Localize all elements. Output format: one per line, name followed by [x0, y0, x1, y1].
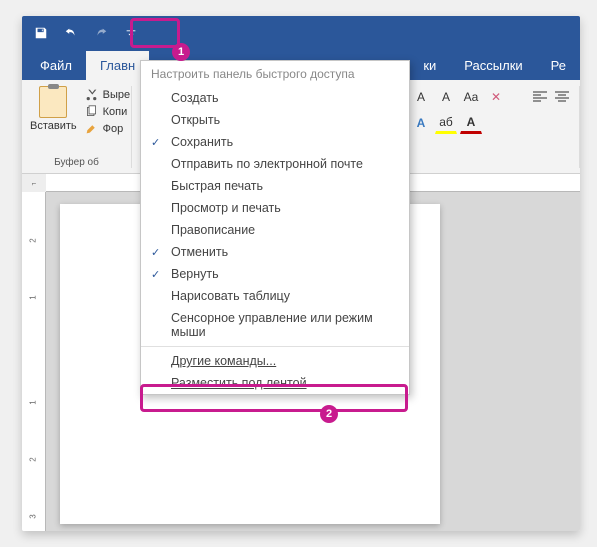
- text-effects-button[interactable]: A: [410, 112, 432, 134]
- ruler-corner: ⌐: [22, 174, 46, 192]
- redo-icon[interactable]: [92, 24, 110, 42]
- customize-qat-button[interactable]: [122, 24, 140, 42]
- customize-qat-menu: Настроить панель быстрого доступа Создат…: [140, 60, 410, 395]
- quick-access-toolbar: [22, 16, 580, 50]
- cut-button[interactable]: Выре: [85, 88, 130, 101]
- paste-label: Вставить: [30, 120, 77, 132]
- annotation-badge-1: 1: [172, 43, 190, 61]
- align-left-button[interactable]: [530, 86, 549, 108]
- menu-item-undo[interactable]: Отменить: [141, 241, 409, 263]
- menu-item-more-commands[interactable]: Другие команды...: [141, 350, 409, 372]
- change-case-button[interactable]: Aa: [460, 86, 482, 108]
- save-icon[interactable]: [32, 24, 50, 42]
- tab-file[interactable]: Файл: [26, 51, 86, 80]
- brush-icon: [85, 122, 98, 135]
- tab-partial[interactable]: ки: [409, 51, 450, 80]
- menu-item-save[interactable]: Сохранить: [141, 131, 409, 153]
- paragraph-group: [522, 86, 580, 168]
- annotation-badge-2: 2: [320, 405, 338, 423]
- highlight-button[interactable]: aб: [435, 112, 457, 134]
- menu-item-redo[interactable]: Вернуть: [141, 263, 409, 285]
- copy-button[interactable]: Копи: [85, 105, 130, 118]
- align-center-button[interactable]: [552, 86, 571, 108]
- menu-item-draw-table[interactable]: Нарисовать таблицу: [141, 285, 409, 307]
- menu-item-spelling[interactable]: Правописание: [141, 219, 409, 241]
- grow-font-button[interactable]: A: [410, 86, 432, 108]
- menu-item-new[interactable]: Создать: [141, 87, 409, 109]
- menu-item-open[interactable]: Открыть: [141, 109, 409, 131]
- paste-icon: [39, 86, 67, 118]
- menu-separator: [141, 346, 409, 347]
- clipboard-group-label: Буфер об: [22, 157, 131, 168]
- menu-item-print-preview[interactable]: Просмотр и печать: [141, 197, 409, 219]
- paste-button[interactable]: Вставить: [30, 86, 77, 135]
- menu-title: Настроить панель быстрого доступа: [141, 61, 409, 87]
- tab-review[interactable]: Ре: [537, 51, 580, 80]
- copy-icon: [85, 105, 98, 118]
- clipboard-group: Вставить Выре Копи Фор: [22, 86, 132, 168]
- menu-item-quick-print[interactable]: Быстрая печать: [141, 175, 409, 197]
- font-color-button[interactable]: A: [460, 112, 482, 134]
- scissors-icon: [85, 88, 98, 101]
- menu-item-email[interactable]: Отправить по электронной почте: [141, 153, 409, 175]
- format-painter-button[interactable]: Фор: [85, 122, 130, 135]
- clear-format-button[interactable]: ✕: [485, 86, 507, 108]
- shrink-font-button[interactable]: A: [435, 86, 457, 108]
- menu-item-below-ribbon[interactable]: Разместить под лентой: [141, 372, 409, 394]
- tab-mailings[interactable]: Рассылки: [450, 51, 536, 80]
- vertical-ruler[interactable]: 2 1 1 2 3: [22, 192, 46, 531]
- menu-item-touch-mode[interactable]: Сенсорное управление или режим мыши: [141, 307, 409, 343]
- undo-icon[interactable]: [62, 24, 80, 42]
